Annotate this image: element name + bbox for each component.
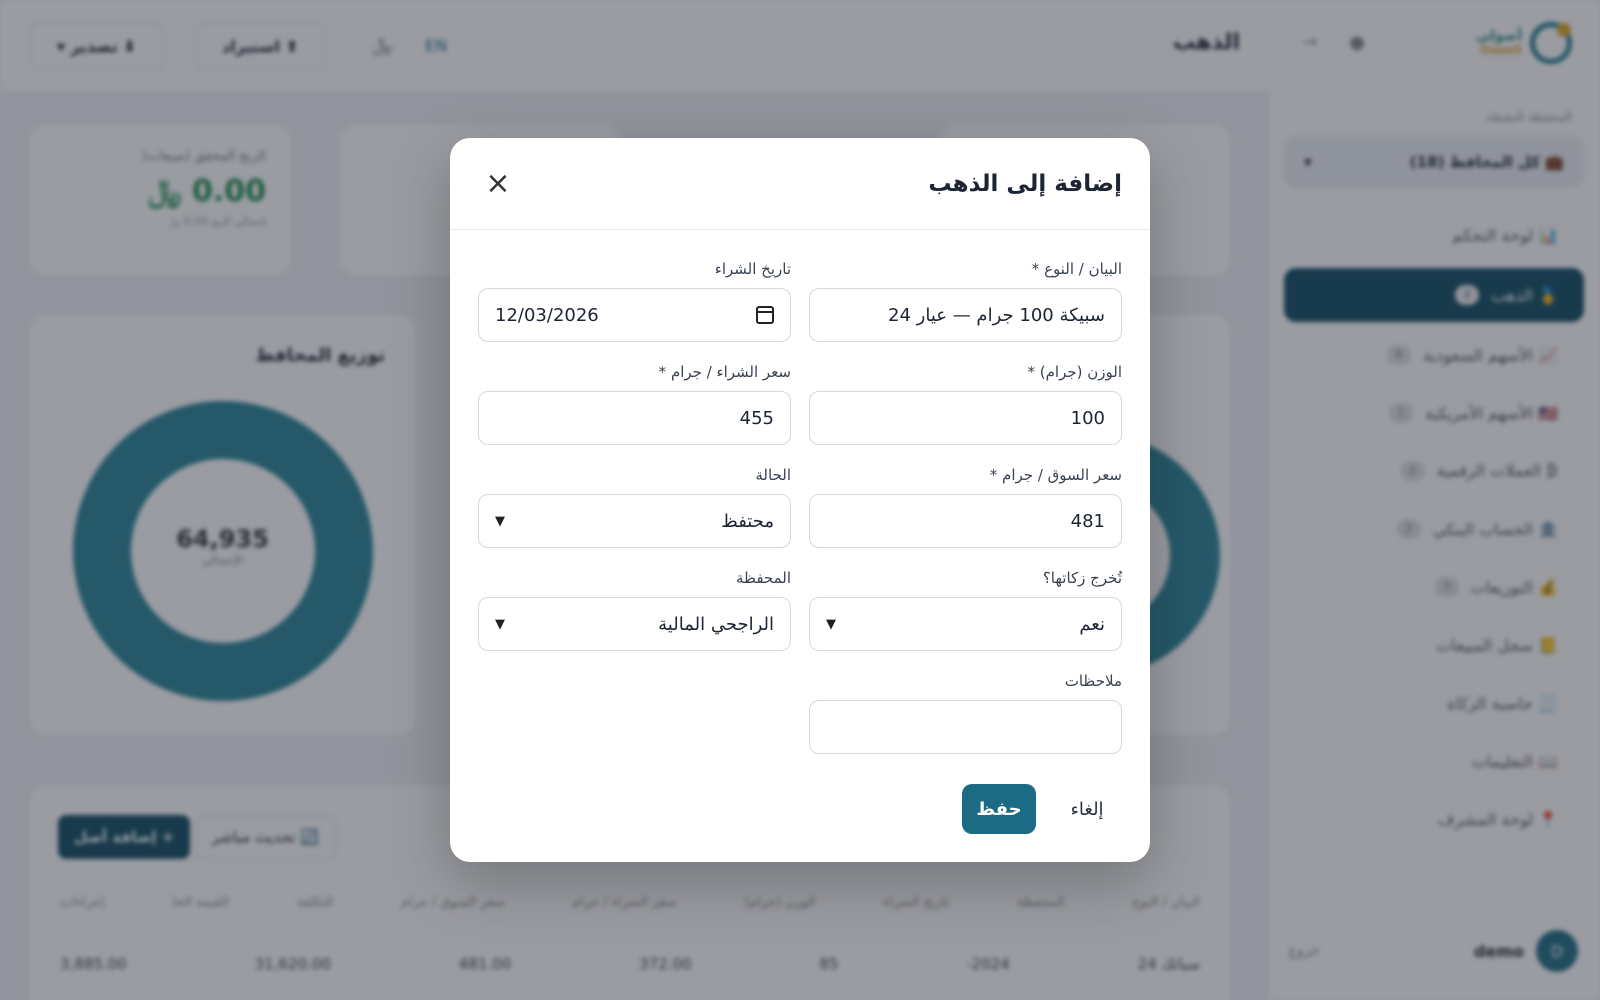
calendar-icon[interactable] [756, 306, 774, 324]
close-icon[interactable]: × [478, 164, 518, 204]
portfolio-select[interactable]: الراجحي المالية ▼ [478, 597, 791, 651]
field-market-price: سعر السوق / جرام * 481 [809, 466, 1122, 569]
chevron-down-icon: ▼ [495, 513, 505, 529]
field-description: البيان / النوع * سبيكة 100 جرام — عيار 2… [809, 260, 1122, 363]
modal-header: إضافة إلى الذهب × [450, 138, 1150, 230]
market-price-input[interactable]: 481 [809, 494, 1122, 548]
select-value: محتفظ [721, 510, 774, 532]
field-purchase-price: سعر الشراء / جرام * 455 [478, 363, 791, 466]
chevron-down-icon: ▼ [826, 616, 836, 632]
modal-body: البيان / النوع * سبيكة 100 جرام — عيار 2… [450, 230, 1150, 775]
field-label: تُخرج زكاتها؟ [1042, 569, 1122, 587]
add-gold-modal: إضافة إلى الذهب × البيان / النوع * سبيكة… [450, 138, 1150, 862]
zakat-select[interactable]: نعم ▼ [809, 597, 1122, 651]
input-value: سبيكة 100 جرام — عيار 24 [888, 304, 1105, 326]
field-label: سعر الشراء / جرام * [658, 363, 791, 381]
field-label: الحالة [755, 466, 791, 484]
input-value: 12/03/2026 [495, 304, 599, 326]
save-button[interactable]: حفظ [962, 784, 1036, 834]
cancel-button[interactable]: إلغاء [1052, 784, 1122, 834]
field-portfolio: المحفظة الراجحي المالية ▼ [478, 569, 791, 672]
field-zakat: تُخرج زكاتها؟ نعم ▼ [809, 569, 1122, 672]
input-value: 455 [739, 407, 774, 429]
status-select[interactable]: محتفظ ▼ [478, 494, 791, 548]
field-label: سعر السوق / جرام * [989, 466, 1122, 484]
select-value: الراجحي المالية [658, 613, 774, 635]
field-purchase-date: تاريخ الشراء 12/03/2026 [478, 260, 791, 363]
form-grid: البيان / النوع * سبيكة 100 جرام — عيار 2… [478, 260, 1122, 775]
input-value: 100 [1070, 407, 1105, 429]
field-weight: الوزن (جرام) * 100 [809, 363, 1122, 466]
weight-input[interactable]: 100 [809, 391, 1122, 445]
field-notes: ملاحظات [809, 672, 1122, 775]
field-label: المحفظة [735, 569, 791, 587]
description-input[interactable]: سبيكة 100 جرام — عيار 24 [809, 288, 1122, 342]
notes-input[interactable] [809, 700, 1122, 754]
modal-title: إضافة إلى الذهب [928, 170, 1122, 197]
purchase-date-input[interactable]: 12/03/2026 [478, 288, 791, 342]
input-value: 481 [1070, 510, 1105, 532]
field-label: البيان / النوع * [1031, 260, 1122, 278]
purchase-price-input[interactable]: 455 [478, 391, 791, 445]
field-status: الحالة محتفظ ▼ [478, 466, 791, 569]
field-label: ملاحظات [1064, 672, 1122, 690]
chevron-down-icon: ▼ [495, 616, 505, 632]
field-label: تاريخ الشراء [714, 260, 791, 278]
field-label: الوزن (جرام) * [1027, 363, 1123, 381]
select-value: نعم [1079, 613, 1105, 635]
modal-footer: إلغاء حفظ [962, 784, 1122, 834]
